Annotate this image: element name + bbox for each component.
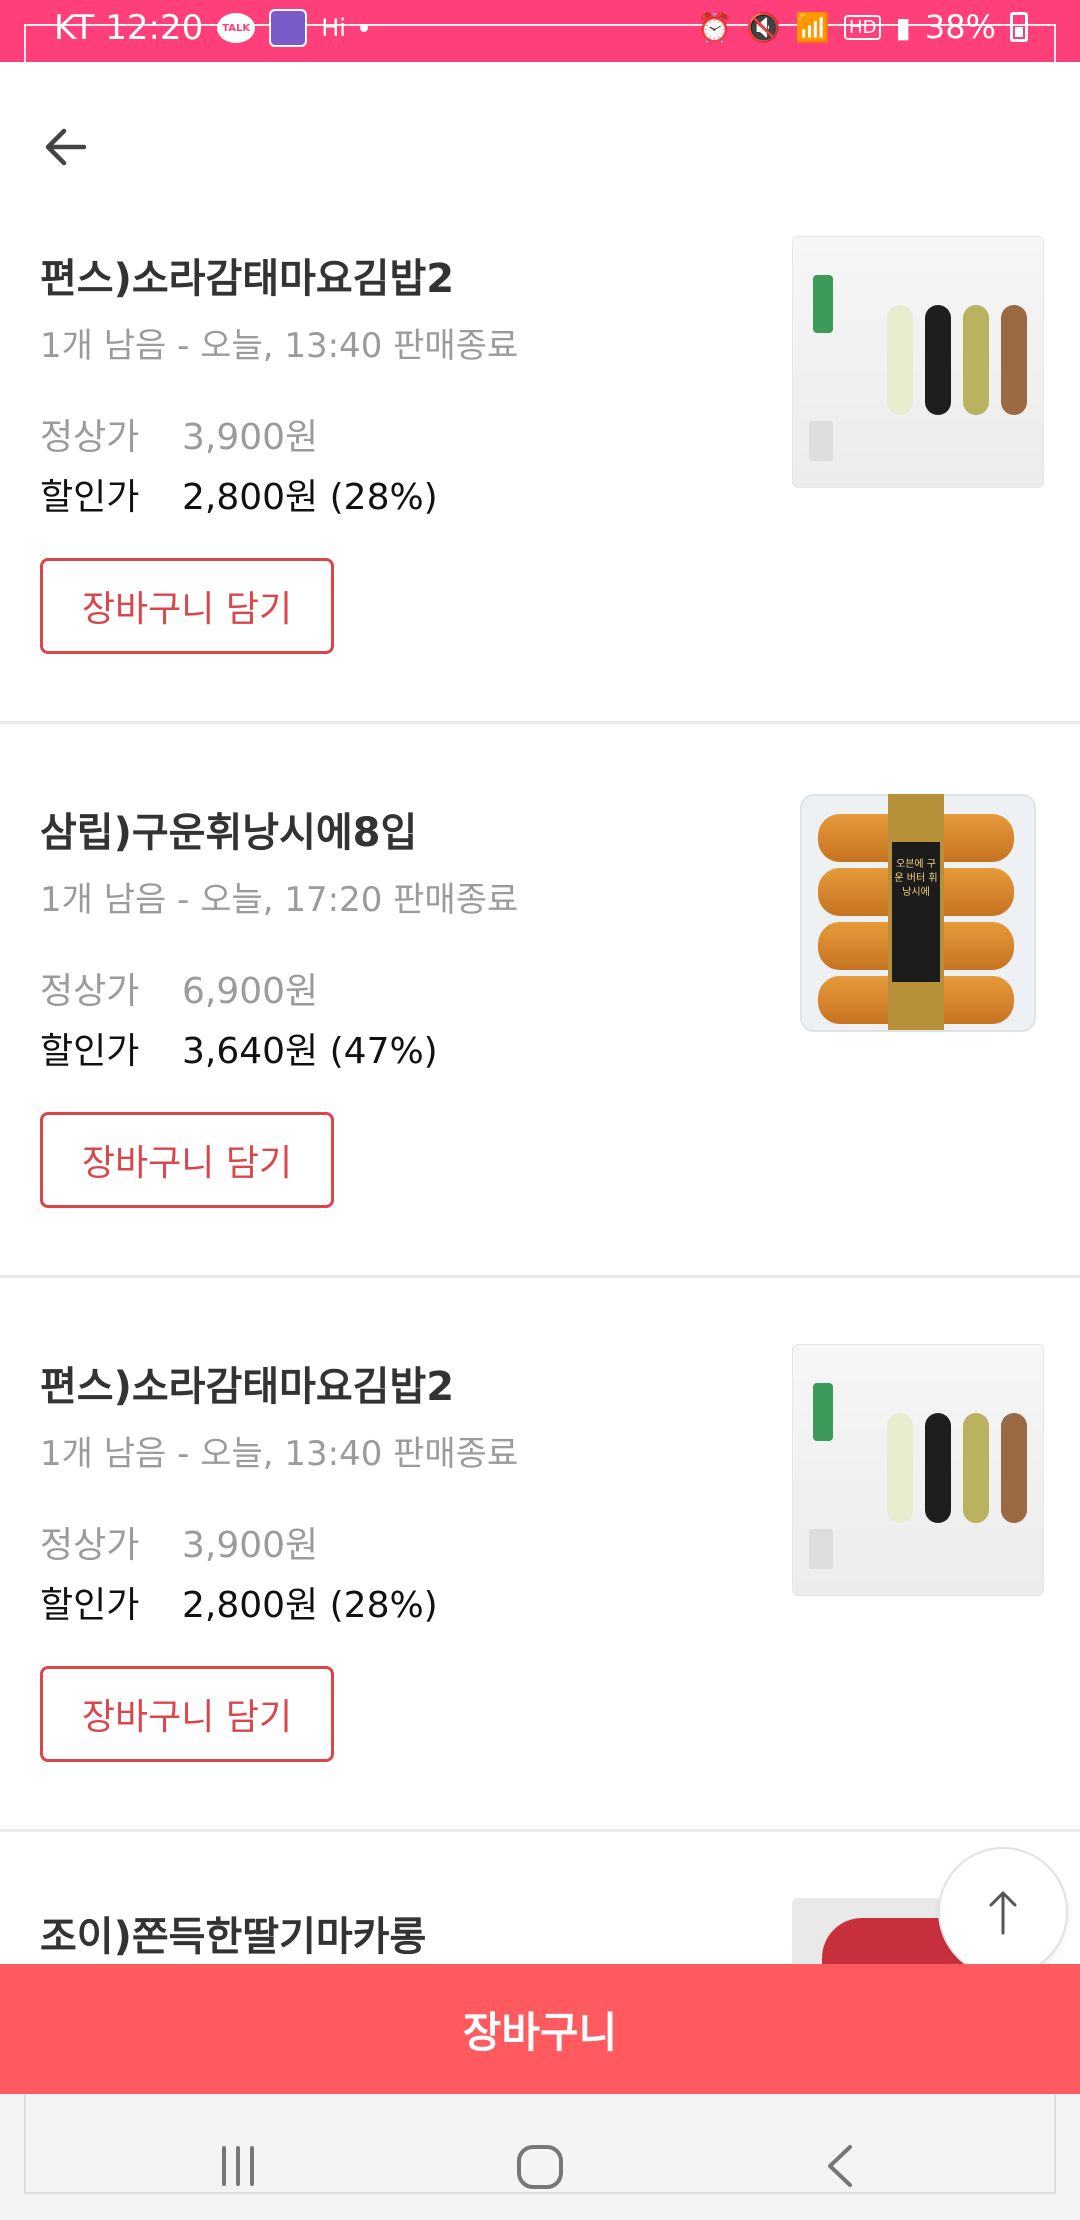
home-icon [517, 2145, 563, 2189]
arrow-left-icon [45, 128, 87, 166]
add-to-cart-button[interactable]: 장바구니 담기 [40, 1112, 334, 1208]
kimbap-piece [1001, 305, 1027, 415]
kimbap-piece [887, 1413, 913, 1523]
recent-apps-icon [222, 2146, 254, 2186]
system-nav-bar [0, 2094, 1080, 2220]
battery-percent: 38% [924, 8, 996, 46]
kimbap-piece [963, 305, 989, 415]
regular-price-label: 정상가 [40, 1525, 140, 1566]
product-name: 편스)소라감태마요김밥2 [40, 256, 455, 302]
discount-price-row: 할인가 2,800원 (28%) [40, 468, 438, 520]
regular-price: 3,900원 [182, 1525, 319, 1566]
regular-price-label: 정상가 [40, 971, 140, 1012]
wifi-icon: 📶 [795, 10, 831, 44]
product-card: 편스)소라감태마요김밥2 1개 남음 - 오늘, 13:40 판매종료 정상가 … [0, 1278, 1080, 1832]
discount-price-row: 할인가 3,640원 (47%) [40, 1022, 438, 1074]
discount-price-row: 할인가 2,800원 (28%) [40, 1576, 438, 1628]
game-icon [269, 9, 308, 47]
product-name: 편스)소라감태마요김밥2 [40, 1364, 455, 1410]
brand-logo [813, 275, 833, 333]
product-availability: 1개 남음 - 오늘, 13:40 판매종료 [40, 1434, 519, 1474]
hd-icon: HD [844, 14, 882, 40]
product-card: 삼립)구운휘낭시에8입 1개 남음 - 오늘, 17:20 판매종료 정상가 6… [0, 724, 1080, 1278]
package-side [809, 1529, 833, 1569]
brand-logo [813, 1383, 833, 1441]
kakaotalk-icon: TALK [217, 13, 256, 43]
regular-price-row: 정상가 3,900원 [40, 1516, 318, 1568]
discount-price: 2,800원 (28%) [182, 477, 438, 518]
product-image-kimbap[interactable] [792, 236, 1044, 488]
package-label: 오븐에 구운 버터 휘낭시에 [892, 842, 940, 982]
product-image-kimbap[interactable] [792, 1344, 1044, 1596]
add-to-cart-button[interactable]: 장바구니 담기 [40, 1666, 334, 1762]
discount-price-label: 할인가 [40, 477, 140, 518]
regular-price-row: 정상가 3,900원 [40, 408, 318, 460]
product-name: 삼립)구운휘낭시에8입 [40, 810, 418, 856]
seaweed-piece [925, 1413, 951, 1523]
discount-price-label: 할인가 [40, 1031, 140, 1072]
product-name: 조이)쫀득한딸기마카롱 [40, 1914, 427, 1960]
hi-label: Hi [321, 14, 346, 42]
home-button[interactable] [500, 2126, 580, 2206]
seaweed-piece [925, 305, 951, 415]
signal-icon: ▮ [895, 10, 911, 44]
recent-apps-button[interactable] [198, 2126, 278, 2206]
kimbap-piece [1001, 1413, 1027, 1523]
regular-price: 3,900원 [182, 417, 319, 458]
add-to-cart-button[interactable]: 장바구니 담기 [40, 558, 334, 654]
scroll-to-top-button[interactable] [938, 1847, 1068, 1977]
status-left: KT 12:20 TALK Hi [54, 8, 368, 48]
carrier-time: KT 12:20 [54, 8, 204, 48]
product-availability: 1개 남음 - 오늘, 17:20 판매종료 [40, 880, 519, 920]
status-right: ⏰ 🔇 📶 HD ▮ 38% [697, 8, 1028, 46]
back-icon [828, 2145, 852, 2187]
battery-icon [1010, 12, 1028, 42]
discount-price: 3,640원 (47%) [182, 1031, 438, 1072]
product-card: 편스)소라감태마요김밥2 1개 남음 - 오늘, 13:40 판매종료 정상가 … [0, 232, 1080, 724]
product-image-financier[interactable]: 오븐에 구운 버터 휘낭시에 [792, 790, 1044, 1042]
discount-price-label: 할인가 [40, 1585, 140, 1626]
kimbap-piece [887, 305, 913, 415]
cart-button[interactable]: 장바구니 [0, 1964, 1080, 2094]
regular-price: 6,900원 [182, 971, 319, 1012]
notification-dot-icon [359, 24, 368, 32]
regular-price-label: 정상가 [40, 417, 140, 458]
mute-icon: 🔇 [746, 10, 782, 44]
product-availability: 1개 남음 - 오늘, 13:40 판매종료 [40, 326, 519, 366]
alarm-icon: ⏰ [697, 10, 733, 44]
nav-back-button[interactable] [800, 2126, 880, 2206]
discount-price: 2,800원 (28%) [182, 1585, 438, 1626]
product-card: 조이)쫀득한딸기마카롱 [0, 1832, 1080, 1964]
status-bar: KT 12:20 TALK Hi ⏰ 🔇 📶 HD ▮ 38% [0, 0, 1080, 74]
regular-price-row: 정상가 6,900원 [40, 962, 318, 1014]
back-button[interactable] [30, 112, 100, 182]
kimbap-piece [963, 1413, 989, 1523]
package-side [809, 421, 833, 461]
arrow-up-icon [989, 1891, 1017, 1935]
